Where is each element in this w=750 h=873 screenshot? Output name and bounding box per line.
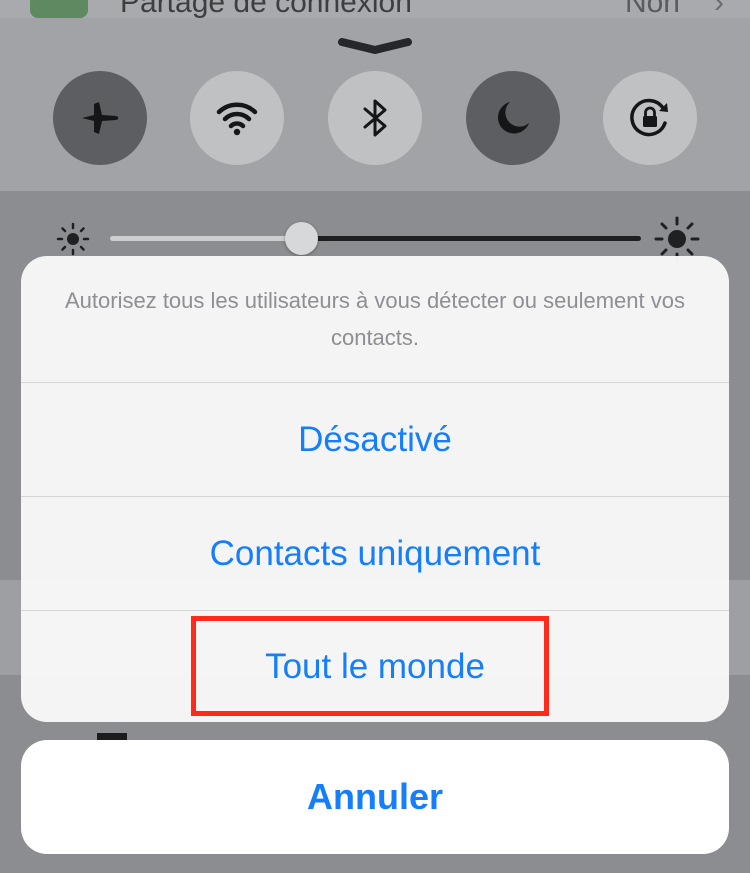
hotspot-icon	[30, 0, 88, 18]
chevron-right-icon: ›	[714, 0, 724, 18]
rotation-lock-icon	[630, 98, 668, 137]
bluetooth-toggle[interactable]	[328, 71, 422, 165]
option-contacts-only-button[interactable]: Contacts uniquement	[21, 496, 729, 610]
settings-row-hotspot: Partage de connexion Non ›	[0, 0, 750, 18]
brightness-slider-thumb[interactable]	[284, 222, 318, 255]
wifi-icon	[216, 102, 258, 136]
option-everyone-button[interactable]: Tout le monde	[21, 610, 729, 722]
wifi-toggle[interactable]	[190, 71, 284, 165]
cancel-button[interactable]: Annuler	[21, 740, 729, 854]
settings-row-label: Partage de connexion	[120, 0, 412, 18]
airdrop-action-sheet: Autorisez tous les utilisateurs à vous d…	[21, 256, 729, 722]
moon-icon	[497, 102, 529, 134]
bluetooth-icon	[363, 99, 387, 137]
airplane-icon	[82, 102, 119, 134]
action-sheet-message: Autorisez tous les utilisateurs à vous d…	[65, 288, 685, 350]
grabber-chevron-icon[interactable]	[338, 38, 412, 54]
settings-row-value: Non	[624, 0, 680, 18]
do-not-disturb-toggle[interactable]	[466, 71, 560, 165]
brightness-slider-track-min[interactable]	[110, 236, 302, 241]
airplane-mode-toggle[interactable]	[53, 71, 147, 165]
brightness-slider-track-max[interactable]	[301, 236, 641, 241]
sun-small-icon	[56, 222, 90, 256]
rotation-lock-toggle[interactable]	[603, 71, 697, 165]
option-off-button[interactable]: Désactivé	[21, 382, 729, 496]
